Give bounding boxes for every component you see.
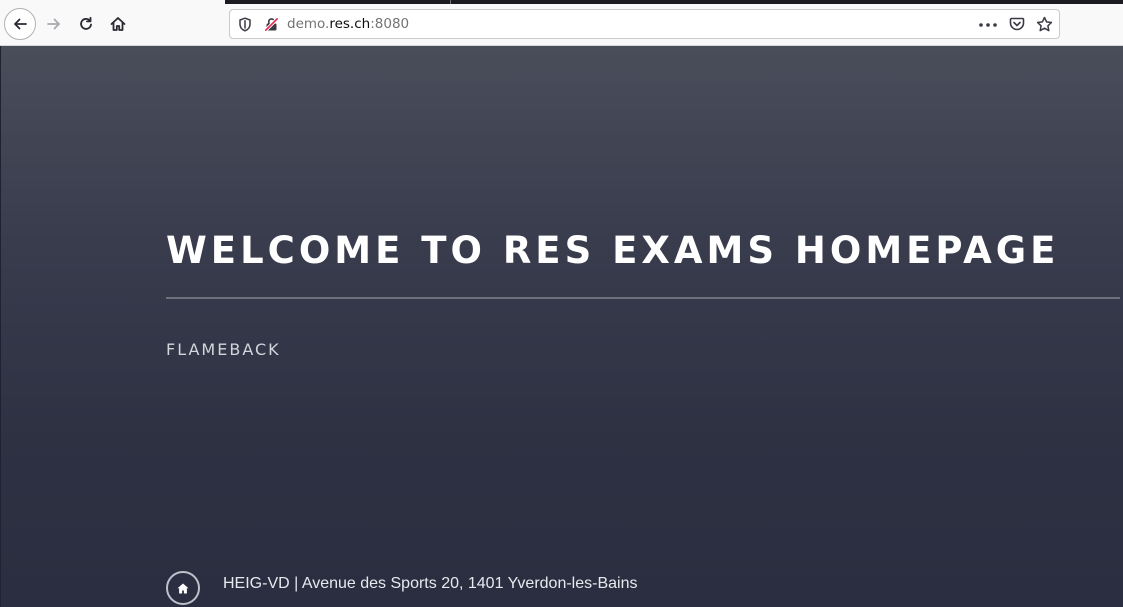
forward-arrow-icon (47, 18, 60, 30)
reload-button[interactable] (71, 9, 101, 39)
home-icon (110, 17, 126, 31)
home-button[interactable] (103, 9, 133, 39)
back-arrow-icon (14, 18, 27, 30)
home-icon (177, 583, 189, 593)
heading-divider (166, 297, 1120, 299)
forward-button[interactable] (39, 9, 69, 39)
browser-toolbar: demo.res.ch:8080 (0, 0, 1123, 46)
tab-separator (450, 0, 451, 4)
page-content: WELCOME TO RES EXAMS HOMEPAGE FLAMEBACK … (0, 46, 1123, 607)
back-button[interactable] (4, 8, 36, 40)
pocket-icon[interactable] (1009, 16, 1025, 32)
url-text[interactable]: demo.res.ch:8080 (287, 16, 409, 32)
shield-icon[interactable] (238, 17, 252, 32)
page-heading: WELCOME TO RES EXAMS HOMEPAGE (166, 229, 1060, 272)
insecure-lock-icon[interactable] (264, 17, 279, 32)
star-icon[interactable] (1036, 16, 1053, 33)
tab-strip (225, 0, 1123, 4)
url-port: :8080 (370, 16, 410, 32)
address-bar[interactable]: demo.res.ch:8080 (229, 9, 1060, 39)
footer-home-button[interactable] (166, 571, 200, 605)
page-subtitle: FLAMEBACK (166, 340, 281, 359)
more-dots-icon[interactable] (979, 23, 997, 27)
url-host: res.ch (329, 16, 371, 32)
footer-address: HEIG-VD | Avenue des Sports 20, 1401 Yve… (223, 575, 638, 592)
url-prefix: demo. (287, 16, 330, 32)
reload-icon (80, 16, 92, 30)
